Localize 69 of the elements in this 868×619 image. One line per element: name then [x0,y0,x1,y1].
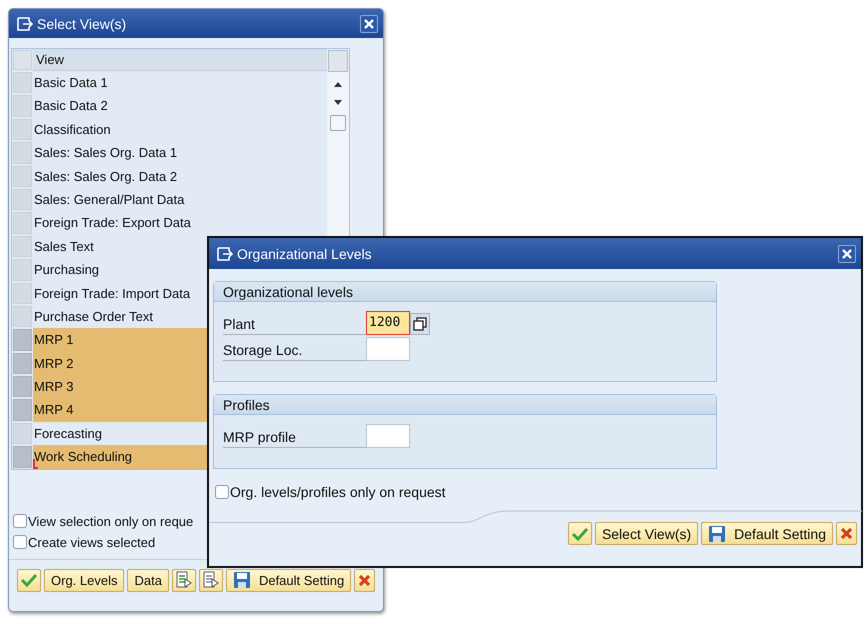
confirm-button[interactable] [568,522,592,545]
row-selector[interactable] [13,259,32,281]
table-row[interactable]: Basic Data 1 [33,71,327,94]
row-selector[interactable] [13,236,32,258]
default-setting-button[interactable]: Default Setting [701,522,833,545]
close-icon [364,18,374,28]
row-selector[interactable] [13,72,32,94]
column-settings-button[interactable] [328,50,348,72]
group-title: Profiles [214,395,716,415]
dialog-icon [17,16,34,30]
select-views-button[interactable]: Select View(s) [594,522,698,545]
table-row[interactable]: Sales: General/Plant Data [33,188,327,212]
table-row[interactable]: Basic Data 2 [33,94,327,118]
cancel-button[interactable] [354,568,376,592]
row-selector[interactable] [13,166,32,187]
checkmark-icon [21,573,37,588]
select-all-button[interactable] [172,568,196,592]
row-selector[interactable] [13,329,32,351]
window-title: Select View(s) [37,16,128,32]
row-selector[interactable] [13,282,32,304]
scroll-up-icon[interactable] [333,81,343,89]
input-field[interactable] [366,337,410,361]
row-selector[interactable] [13,352,32,374]
document-arrow-icon [202,571,219,590]
close-button[interactable] [360,14,378,32]
multiple-selection-button[interactable] [410,313,430,335]
scroll-thumb[interactable] [330,115,346,131]
checkbox-label: Org. levels/profiles only on request [230,484,446,500]
table-row[interactable]: Sales: Sales Org. Data 2 [33,164,327,188]
table-row[interactable]: Foreign Trade: Export Data [33,211,327,235]
document-arrow-icon [176,571,192,590]
checkmark-icon [572,526,588,540]
save-icon [232,571,251,590]
confirm-button[interactable] [17,568,41,592]
input-field[interactable]: 1200 [366,311,410,335]
checkbox[interactable] [13,514,27,528]
row-selector[interactable] [13,118,32,140]
save-icon [708,524,726,542]
checkbox-label: Create views selected [28,534,156,550]
cancel-button[interactable] [836,522,857,545]
close-icon [842,248,852,258]
row-selector[interactable] [13,399,32,421]
input-field[interactable] [366,424,410,448]
toolbar-button[interactable]: Data [127,568,169,592]
row-selector[interactable] [13,306,32,328]
select-all-cell[interactable] [13,50,32,70]
row-selector[interactable] [13,188,32,210]
scroll-down-icon[interactable] [333,98,343,106]
checkbox-label: View selection only on reque [28,514,194,529]
row-selector[interactable] [13,95,32,117]
row-selector[interactable] [13,376,32,398]
row-selector[interactable] [13,422,32,444]
column-header: View [33,49,327,71]
row-selector[interactable] [13,446,32,468]
default-setting-button[interactable]: Default Setting [226,568,352,592]
table-row[interactable]: Sales: Sales Org. Data 1 [33,141,327,165]
cancel-icon [840,527,853,540]
checkbox[interactable] [13,535,27,550]
dialog-icon [217,246,234,260]
window-title: Organizational Levels [237,246,373,262]
table-row[interactable]: Classification [33,118,327,142]
toolbar-button[interactable]: Org. Levels [44,568,124,592]
row-selector[interactable] [13,142,32,164]
deselect-all-button[interactable] [198,568,223,592]
checkbox[interactable] [215,485,229,499]
cancel-icon [358,574,372,587]
row-selector[interactable] [13,212,32,234]
group-title: Organizational levels [214,282,716,302]
close-button[interactable] [838,244,856,262]
